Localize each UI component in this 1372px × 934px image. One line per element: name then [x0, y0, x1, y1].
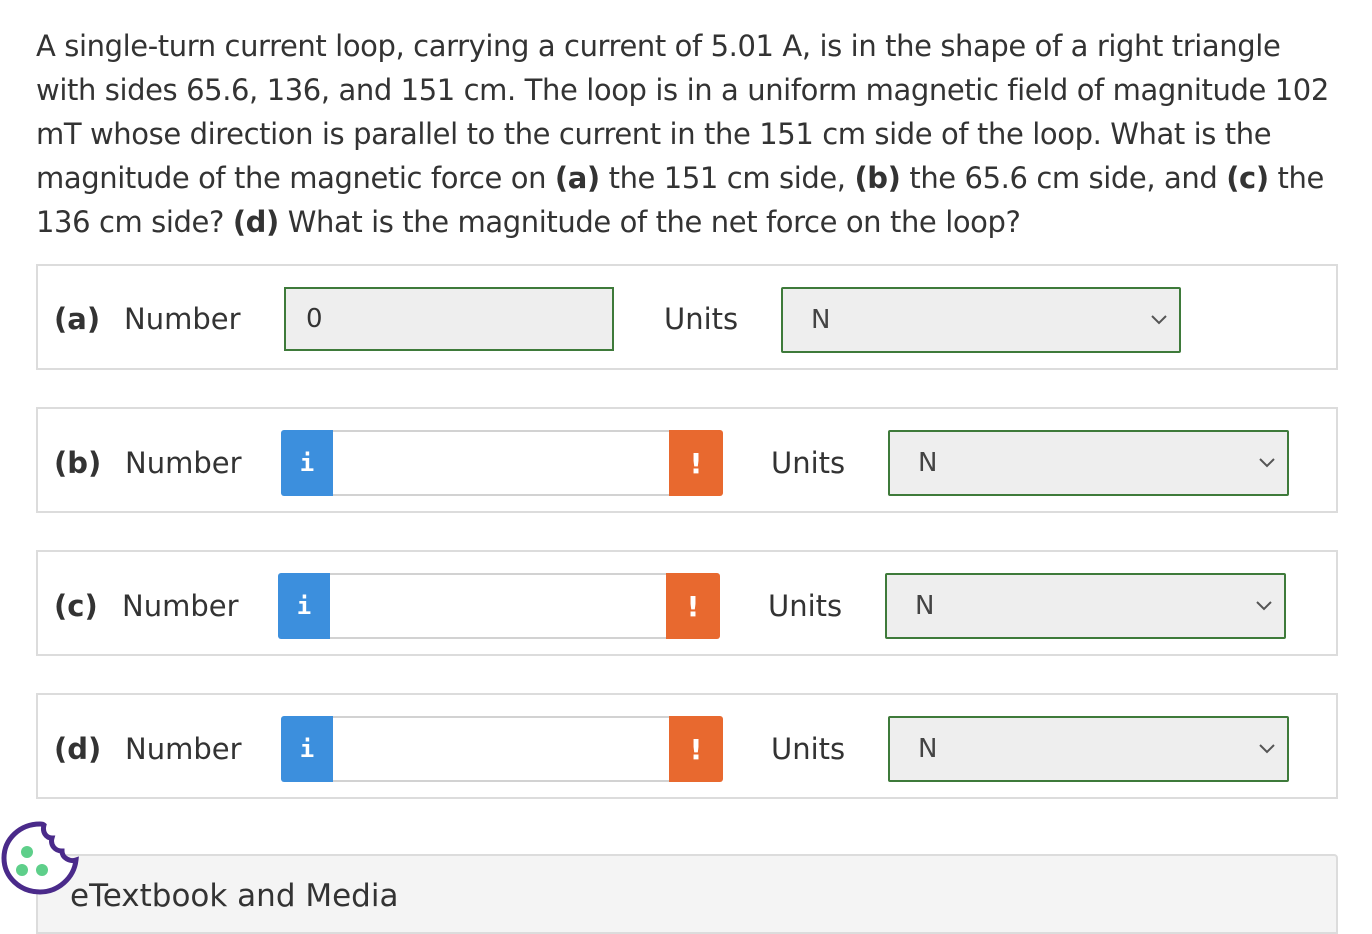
etextbook-title[interactable]: eTextbook and Media [70, 878, 398, 914]
chevron-down-icon [1151, 315, 1167, 325]
part-c-label: (c) [54, 589, 98, 623]
part-d-label: (d) [54, 732, 102, 766]
part-b-units-label: Units [771, 446, 846, 480]
part-d-ref: (d) [232, 205, 279, 239]
part-b-warning-icon[interactable]: ! [669, 430, 723, 496]
part-b-ref: (b) [854, 161, 901, 195]
part-b-label: (b) [54, 446, 102, 480]
question-text: A single-turn current loop, carrying a c… [36, 29, 1329, 239]
part-a-units-label: Units [664, 302, 739, 336]
part-a-ref: (a) [554, 161, 600, 195]
part-c-info-icon[interactable]: i [278, 573, 330, 639]
part-a-label: (a) [54, 302, 101, 336]
cookie-icon[interactable] [0, 818, 80, 898]
part-d-number-label: Number [125, 732, 242, 766]
etextbook-panel[interactable]: eTextbook and Media [36, 854, 1338, 934]
part-d-info-icon[interactable]: i [281, 716, 333, 782]
part-a-number-label: Number [124, 302, 241, 336]
part-d-answer-input[interactable] [333, 716, 669, 782]
part-b-number-label: Number [125, 446, 242, 480]
part-a-row: (a) Number Units N [36, 264, 1338, 370]
chevron-down-icon [1259, 744, 1275, 754]
part-d-units-value: N [918, 734, 938, 764]
part-c-row: (c) Number i ! Units N [36, 550, 1338, 656]
chevron-down-icon [1256, 601, 1272, 611]
part-c-ref: (c) [1226, 161, 1269, 195]
part-c-units-label: Units [768, 589, 843, 623]
part-d-row: (d) Number i ! Units N [36, 693, 1338, 799]
part-b-info-icon[interactable]: i [281, 430, 333, 496]
part-a-answer-input[interactable] [284, 287, 614, 351]
part-d-units-label: Units [771, 732, 846, 766]
part-b-units-value: N [918, 448, 938, 478]
part-c-answer-input[interactable] [330, 573, 666, 639]
part-c-units-select[interactable]: N [885, 573, 1286, 639]
part-a-units-value: N [811, 305, 831, 335]
part-b-answer-input[interactable] [333, 430, 669, 496]
part-d-warning-icon[interactable]: ! [669, 716, 723, 782]
part-c-warning-icon[interactable]: ! [666, 573, 720, 639]
chevron-down-icon [1259, 458, 1275, 468]
part-b-row: (b) Number i ! Units N [36, 407, 1338, 513]
part-a-units-select[interactable]: N [781, 287, 1181, 353]
part-b-units-select[interactable]: N [888, 430, 1289, 496]
part-c-number-label: Number [122, 589, 239, 623]
part-c-units-value: N [915, 591, 935, 621]
part-d-units-select[interactable]: N [888, 716, 1289, 782]
